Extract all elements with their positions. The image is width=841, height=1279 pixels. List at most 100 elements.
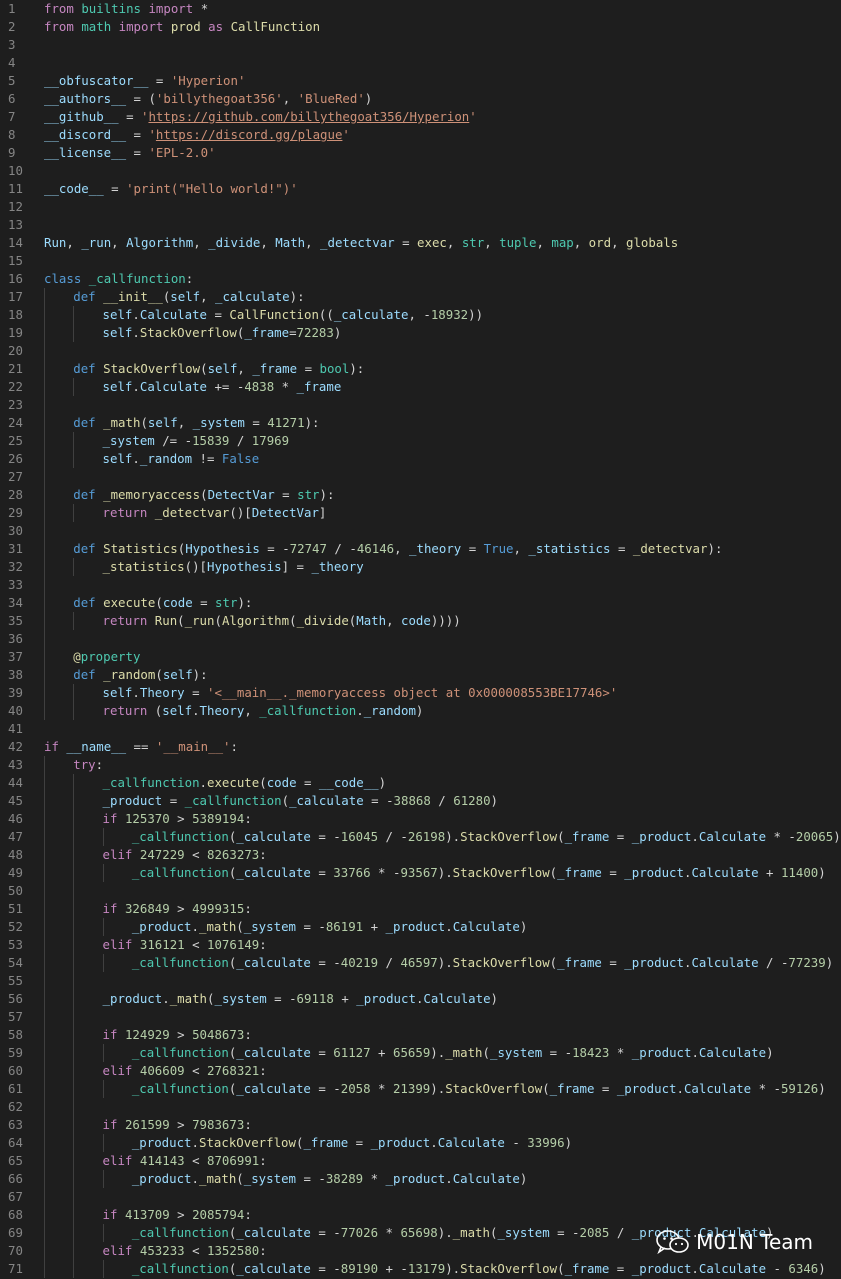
code-line[interactable]: 1 from builtins import * (0, 0, 841, 18)
code-text: if 326849 > 4999315: (103, 900, 252, 918)
indent-guide (44, 612, 45, 630)
code-line[interactable]: 2 from math import prod as CallFunction (0, 18, 841, 36)
code-token: : (95, 757, 104, 772)
code-line[interactable]: 29 return _detectvar()[DetectVar] (0, 504, 841, 522)
code-line[interactable]: 47 _callfunction(_calculate = -16045 / -2… (0, 828, 841, 846)
code-line[interactable]: 22 self.Calculate += -4838 * _frame (0, 378, 841, 396)
code-line[interactable]: 50 (0, 882, 841, 900)
line-number: 38 (8, 667, 23, 682)
code-token: def (73, 541, 96, 556)
code-token: = - (310, 1261, 341, 1276)
code-line[interactable]: 66 _product._math(_system = -38289 * _pro… (0, 1170, 841, 1188)
code-line[interactable]: 56 _product._math(_system = -69118 + _pro… (0, 990, 841, 1008)
code-line[interactable]: 17 def __init__(self, _calculate): (0, 288, 841, 306)
code-token: _callfunction (131, 829, 229, 844)
code-line[interactable]: 44 _callfunction.execute(code = __code__) (0, 774, 841, 792)
code-line[interactable]: 45 _product = _callfunction(_calculate = … (0, 792, 841, 810)
code-line[interactable]: 43 try: (0, 756, 841, 774)
code-line[interactable]: 46 if 125370 > 5389194: (0, 810, 841, 828)
code-line[interactable]: 11 __code__ = 'print("Hello world!")' (0, 180, 841, 198)
code-line[interactable]: 23 (0, 396, 841, 414)
indent-guide (73, 1080, 75, 1098)
indent-guide (44, 558, 45, 576)
code-line[interactable]: 12 (0, 198, 841, 216)
code-line[interactable]: 51 if 326849 > 4999315: (0, 900, 841, 918)
code-line[interactable]: 63 if 261599 > 7983673: (0, 1116, 841, 1134)
code-token: import (118, 19, 164, 34)
line-number: 28 (8, 487, 23, 502)
line-number: 56 (8, 991, 23, 1006)
code-line[interactable]: 60 elif 406609 < 2768321: (0, 1062, 841, 1080)
code-line[interactable]: 34 def execute(code = str): (0, 594, 841, 612)
code-line[interactable]: 38 def _random(self): (0, 666, 841, 684)
code-line[interactable]: 20 (0, 342, 841, 360)
code-line[interactable]: 37 @property (0, 648, 841, 666)
code-line[interactable]: 32 _statistics()[Hypothesis] = _theory (0, 558, 841, 576)
code-line[interactable]: 36 (0, 630, 841, 648)
indent-guide (44, 828, 45, 846)
code-line[interactable]: 65 elif 414143 < 8706991: (0, 1152, 841, 1170)
code-line[interactable]: 8 __discord__ = 'https://discord.gg/plagu… (0, 126, 841, 144)
code-line[interactable]: 27 (0, 468, 841, 486)
code-line[interactable]: 7 __github__ = 'https://github.com/billyt… (0, 108, 841, 126)
code-line[interactable]: 13 (0, 216, 841, 234)
code-line[interactable]: 49 _callfunction (_calculate = 33766 * -93… (0, 864, 841, 882)
code-line[interactable]: 28 def _memoryaccess(DetectVar = str): (0, 486, 841, 504)
code-line[interactable]: 42 if __name__ == '__main__': (0, 738, 841, 756)
code-line[interactable]: 21 def StackOverflow(self, _frame = bool)… (0, 360, 841, 378)
code-line[interactable]: 58 if 124929 > 5048673: (0, 1026, 841, 1044)
code-line[interactable]: 26 self._random != False (0, 450, 841, 468)
code-line[interactable]: 19 self.StackOverflow(_frame=72283) (0, 324, 841, 342)
code-line[interactable]: 71 _callfunction(_calculate = -89190 + -1… (0, 1260, 841, 1278)
code-line[interactable]: 62 (0, 1098, 841, 1116)
code-line[interactable]: 52 _product._math(_system = -86191 + _pro… (0, 918, 841, 936)
indent-guide (73, 918, 75, 936)
code-line[interactable]: 4 (0, 54, 841, 72)
code-line[interactable]: 9 __license__ = 'EPL-2.0' (0, 144, 841, 162)
code-token: self (162, 703, 193, 718)
code-token: _product (385, 919, 446, 934)
code-line[interactable]: 5 __obfuscator__ = 'Hyperion' (0, 72, 841, 90)
code-text: return (self.Theory, _callfunction._rand… (103, 702, 424, 720)
code-editor[interactable]: 1 from builtins import * 2 from math import… (0, 0, 841, 1279)
code-line[interactable]: 33 (0, 576, 841, 594)
code-line[interactable]: 14 Run, _run, Algorithm, _divide, Math, _… (0, 234, 841, 252)
code-line[interactable]: 68 if 413709 > 2085794: (0, 1206, 841, 1224)
indent-guide (73, 954, 75, 972)
code-line[interactable]: 31 def Statistics(Hypothesis = -72747 / -… (0, 540, 841, 558)
code-line[interactable]: 18 self.Calculate = CallFunction((_calcul… (0, 306, 841, 324)
code-line[interactable]: 40 return (self.Theory, _callfunction._ra… (0, 702, 841, 720)
code-line[interactable]: 54 _callfunction (_calculate = -40219 / 46… (0, 954, 841, 972)
code-line[interactable]: 61 _callfunction (_calculate = -2058 * 213… (0, 1080, 841, 1098)
code-line[interactable]: 30 (0, 522, 841, 540)
code-line[interactable]: 15 (0, 252, 841, 270)
code-line[interactable]: 57 (0, 1008, 841, 1026)
code-line[interactable]: 64 _product.StackOverflow(_frame = _produ… (0, 1134, 841, 1152)
code-token: 33996 (527, 1135, 565, 1150)
code-line[interactable]: 55 (0, 972, 841, 990)
indent-guide (102, 864, 104, 882)
code-line[interactable]: 39 self.Theory = '<__main__._memoryaccess… (0, 684, 841, 702)
code-line[interactable]: 24 def _math(self, _system = 41271): (0, 414, 841, 432)
indent-guide (73, 1206, 75, 1224)
code-line[interactable]: 16 class _callfunction: (0, 270, 841, 288)
code-line[interactable]: 53 elif 316121 < 1076149: (0, 936, 841, 954)
code-token: * (193, 1, 209, 16)
code-token: _frame (303, 1135, 349, 1150)
line-number: 5 (8, 73, 16, 88)
code-line[interactable]: 10 (0, 162, 841, 180)
code-token: = - (549, 1225, 580, 1240)
code-line[interactable]: 35 return Run(_run(Algorithm(_divide(Math… (0, 612, 841, 630)
code-line[interactable]: 41 (0, 720, 841, 738)
indent-guide (102, 1170, 104, 1188)
code-line[interactable]: 25 _system /= -15839 / 17969 (0, 432, 841, 450)
code-line[interactable]: 3 (0, 36, 841, 54)
code-text: elif 414143 < 8706991: (103, 1152, 267, 1170)
code-line[interactable]: 48 elif 247229 < 8263273: (0, 846, 841, 864)
line-number: 30 (8, 523, 23, 538)
code-line[interactable]: 59 _callfunction (_calculate = 61127 + 656… (0, 1044, 841, 1062)
code-line[interactable]: 6 __authors__ = ('billythegoat356', 'Blue… (0, 90, 841, 108)
code-text: elif 453233 < 1352580: (103, 1242, 267, 1260)
code-line[interactable]: 67 (0, 1188, 841, 1206)
line-number: 39 (8, 685, 23, 700)
